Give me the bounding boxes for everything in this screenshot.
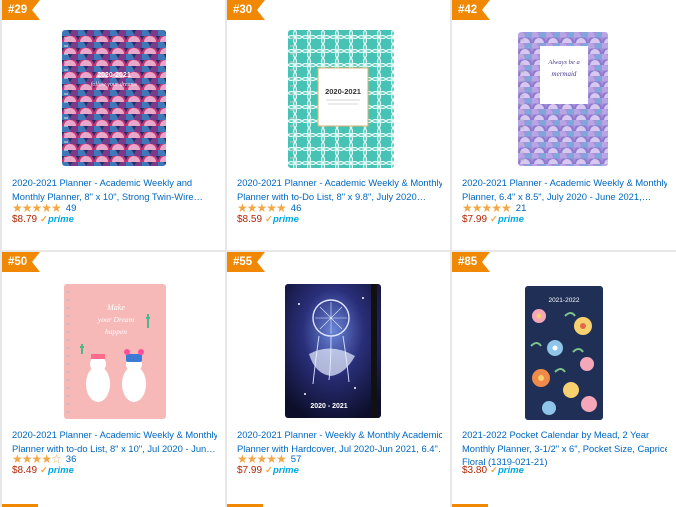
svg-text:2020 - 2021: 2020 - 2021 — [310, 403, 347, 410]
star-rating-icon: ★★★★★ — [237, 201, 287, 215]
rank-badge: #30 — [227, 0, 265, 20]
prime-badge: ✓prime — [490, 465, 524, 476]
price-row: $8.59 ✓prime — [237, 214, 299, 225]
rating[interactable]: ★★★★★ 49 — [12, 202, 76, 214]
product-image[interactable]: 2020-2021 — [288, 30, 394, 168]
product-card[interactable]: #30 2020-2021 2020-2021 Planner - Academ… — [227, 0, 450, 250]
product-card[interactable]: #50 Make your Dream happen 2020-2021 Pla… — [2, 252, 225, 507]
price-row: $7.99 ✓prime — [237, 465, 299, 476]
product-title-link[interactable]: 2020-2021 Planner - Academic Weekly & Mo… — [462, 176, 667, 203]
product-title-link[interactable]: 2021-2022 Pocket Calendar by Mead, 2 Yea… — [462, 428, 667, 469]
product-title-link[interactable]: 2020-2021 Planner - Academic Weekly and … — [12, 176, 217, 203]
product-image[interactable]: 2020 - 2021 — [285, 284, 381, 418]
rating-count[interactable]: 46 — [291, 203, 302, 214]
svg-text:2021-2022: 2021-2022 — [548, 297, 579, 304]
rating[interactable]: ★★★★★ 57 — [237, 453, 301, 465]
svg-text:Always be a: Always be a — [547, 59, 579, 66]
svg-text:follow your dreams: follow your dreams — [91, 81, 138, 88]
prime-check-icon: ✓ — [490, 214, 498, 225]
product-title-link[interactable]: 2020-2021 Planner - Academic Weekly & Mo… — [12, 428, 217, 455]
prime-badge: ✓prime — [490, 214, 524, 225]
product-title-link[interactable]: 2020-2021 Planner - Academic Weekly & Mo… — [237, 176, 442, 203]
rank-badge: #29 — [2, 0, 40, 20]
price: $8.49 — [12, 465, 38, 476]
star-rating-icon: ★★★★★ — [237, 452, 287, 466]
svg-text:2020-2021: 2020-2021 — [325, 87, 361, 96]
prime-check-icon: ✓ — [490, 465, 498, 476]
star-rating-icon: ★★★★☆ — [12, 452, 62, 466]
star-rating-icon: ★★★★★ — [12, 201, 62, 215]
rank-badge: #85 — [452, 252, 490, 272]
product-image[interactable]: Always be a mermaid — [518, 32, 608, 166]
prime-check-icon: ✓ — [40, 214, 48, 225]
rating-count[interactable]: 49 — [66, 203, 77, 214]
product-grid: #29 2020-2021 follow your dreams 2020-20… — [0, 0, 676, 507]
svg-text:happen: happen — [105, 327, 127, 336]
price-row: $7.99 ✓prime — [462, 214, 524, 225]
product-image[interactable]: Make your Dream happen — [64, 284, 166, 419]
price-row: $8.79 ✓prime — [12, 214, 74, 225]
price: $8.79 — [12, 214, 38, 225]
price: $7.99 — [462, 214, 488, 225]
product-card[interactable]: #85 2021-2022 2021-2022 Pocket Calendar … — [452, 252, 676, 507]
prime-check-icon: ✓ — [40, 465, 48, 476]
rating[interactable]: ★★★★☆ 36 — [12, 453, 76, 465]
svg-text:2020-2021: 2020-2021 — [97, 72, 131, 79]
prime-badge: ✓prime — [265, 214, 299, 225]
rating-count[interactable]: 57 — [291, 454, 302, 465]
rating-count[interactable]: 36 — [66, 454, 77, 465]
rating-count[interactable]: 21 — [516, 203, 527, 214]
rank-badge: #55 — [227, 252, 265, 272]
rating[interactable]: ★★★★★ 46 — [237, 202, 301, 214]
star-rating-icon: ★★★★★ — [462, 201, 512, 215]
price: $7.99 — [237, 465, 263, 476]
product-image[interactable]: 2020-2021 follow your dreams — [62, 30, 166, 166]
product-card[interactable]: #29 2020-2021 follow your dreams 2020-20… — [2, 0, 225, 250]
svg-text:your Dream: your Dream — [97, 315, 135, 324]
rating[interactable]: ★★★★★ 21 — [462, 202, 526, 214]
price-row: $8.49 ✓prime — [12, 465, 74, 476]
price: $8.59 — [237, 214, 263, 225]
rank-badge: #42 — [452, 0, 490, 20]
product-card[interactable]: #55 2020 - 2021 2020-2021 Planner - Week… — [227, 252, 450, 507]
prime-check-icon: ✓ — [265, 214, 273, 225]
prime-badge: ✓prime — [40, 465, 74, 476]
svg-text:mermaid: mermaid — [552, 70, 577, 78]
product-title-link[interactable]: 2020-2021 Planner - Weekly & Monthly Aca… — [237, 428, 442, 455]
prime-check-icon: ✓ — [265, 465, 273, 476]
product-card[interactable]: #42 Always be a mermaid 2020-2021 Planne… — [452, 0, 676, 250]
prime-badge: ✓prime — [40, 214, 74, 225]
product-image[interactable]: 2021-2022 — [525, 286, 603, 420]
price-row: $3.80 ✓prime — [462, 465, 524, 476]
rank-badge: #50 — [2, 252, 40, 272]
svg-text:Make: Make — [106, 303, 125, 312]
price: $3.80 — [462, 465, 488, 476]
prime-badge: ✓prime — [265, 465, 299, 476]
